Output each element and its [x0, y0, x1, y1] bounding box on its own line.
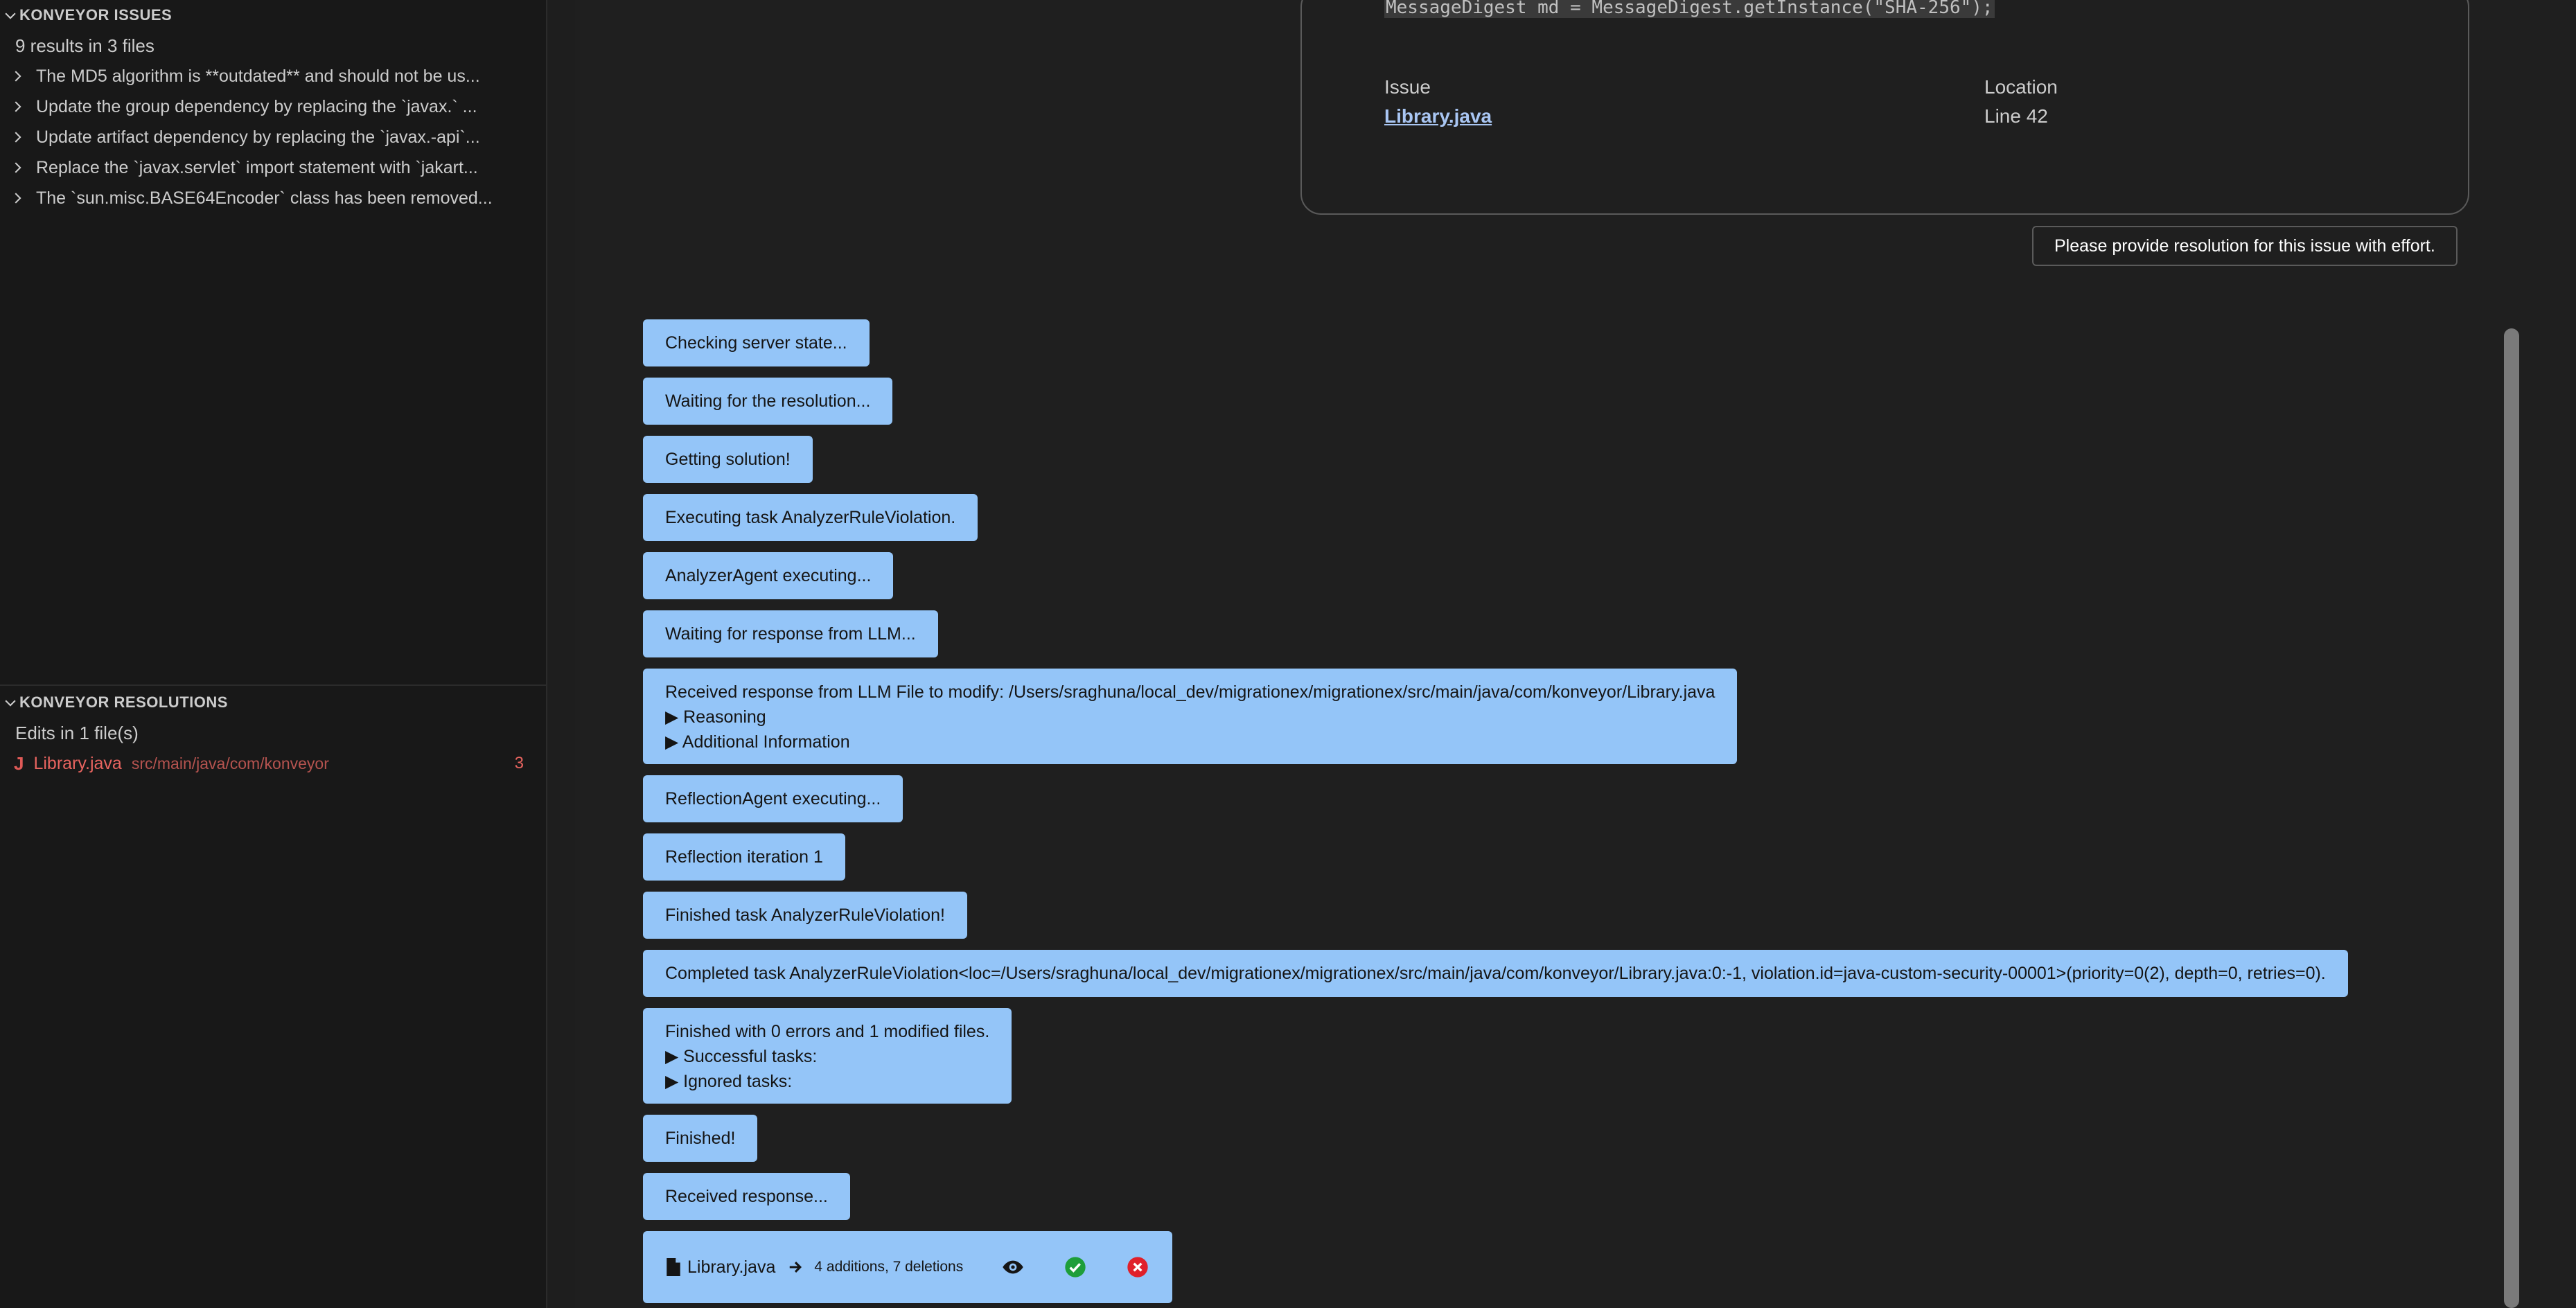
summary-message: Finished with 0 errors and 1 modified fi…: [643, 1008, 1012, 1104]
reasoning-toggle[interactable]: ▶ Reasoning: [665, 705, 1715, 730]
issue-item-label: Replace the `javax.servlet` import state…: [36, 157, 478, 177]
reasoning-label: Reasoning: [683, 707, 766, 727]
message-list: Checking server state... Waiting for the…: [643, 319, 2514, 1303]
issue-file-link[interactable]: Library.java: [1384, 105, 1492, 127]
resolutions-summary: Edits in 1 file(s): [15, 723, 139, 743]
issue-item[interactable]: Update the group dependency by replacing…: [0, 91, 546, 122]
sidebar: KONVEYOR ISSUES 9 results in 3 files The…: [0, 0, 547, 1308]
scrollbar-thumb[interactable]: [2504, 328, 2519, 1308]
status-message: ReflectionAgent executing...: [643, 775, 903, 822]
resolutions-section-header[interactable]: KONVEYOR RESOLUTIONS: [0, 687, 546, 718]
chevron-down-icon: [5, 700, 16, 707]
file-icon: [667, 1258, 680, 1276]
chevron-right-icon: [15, 193, 21, 204]
successful-tasks-toggle[interactable]: ▶ Successful tasks:: [665, 1044, 989, 1069]
status-message: Getting solution!: [643, 436, 813, 483]
chevron-down-icon: [5, 12, 16, 19]
ignored-tasks-toggle[interactable]: ▶ Ignored tasks:: [665, 1069, 989, 1094]
arrow-right-icon: [790, 1262, 802, 1273]
code-snippet: MessageDigest md = MessageDigest.getInst…: [1384, 0, 1995, 18]
issue-item-label: Update the group dependency by replacing…: [36, 96, 477, 116]
llm-response-message: Received response from LLM File to modif…: [643, 669, 1738, 764]
status-message: AnalyzerAgent executing...: [643, 552, 894, 599]
issue-item[interactable]: The MD5 algorithm is **outdated** and sh…: [0, 61, 546, 91]
accept-icon[interactable]: [1064, 1256, 1086, 1278]
status-message: Reflection iteration 1: [643, 833, 845, 881]
summary-text: Finished with 0 errors and 1 modified fi…: [665, 1022, 990, 1041]
ignored-tasks-label: Ignored tasks:: [683, 1072, 793, 1091]
resolution-panel: MessageDigest md = MessageDigest.getInst…: [575, 0, 2576, 1308]
additional-info-toggle[interactable]: ▶ Additional Information: [665, 730, 1715, 754]
resolution-file-item[interactable]: J Library.java src/main/java/com/konveyo…: [0, 748, 546, 779]
issue-item[interactable]: Update artifact dependency by replacing …: [0, 122, 546, 152]
status-message: Completed task AnalyzerRuleViolation<loc…: [643, 950, 2348, 997]
java-file-icon: J: [14, 752, 24, 774]
diff-summary: Library.java 4 additions, 7 deletions: [643, 1231, 1173, 1303]
status-message: Finished!: [643, 1115, 758, 1162]
status-message: Waiting for the resolution...: [643, 378, 893, 425]
issues-section-header[interactable]: KONVEYOR ISSUES: [0, 0, 546, 30]
reject-icon[interactable]: [1127, 1256, 1149, 1278]
status-message: Finished task AnalyzerRuleViolation!: [643, 892, 967, 939]
status-message: Checking server state...: [643, 319, 870, 366]
issues-summary: 9 results in 3 files: [15, 35, 155, 56]
resolutions-section-title: KONVEYOR RESOLUTIONS: [19, 693, 228, 711]
additional-info-label: Additional Information: [682, 732, 850, 752]
eye-icon[interactable]: [1002, 1256, 1024, 1278]
location-label: Location: [1984, 76, 2058, 98]
location-value: Line 42: [1984, 105, 2048, 127]
chevron-right-icon: [15, 101, 21, 112]
status-message: Received response...: [643, 1173, 850, 1220]
issue-item[interactable]: Replace the `javax.servlet` import state…: [0, 152, 546, 183]
chevron-right-icon: [15, 162, 21, 173]
resolutions-section: KONVEYOR RESOLUTIONS Edits in 1 file(s) …: [0, 684, 546, 779]
issue-item[interactable]: The `sun.misc.BASE64Encoder` class has b…: [0, 183, 546, 213]
issue-card: MessageDigest md = MessageDigest.getInst…: [1300, 0, 2469, 215]
resolution-file-count: 3: [514, 754, 524, 772]
issue-item-label: Update artifact dependency by replacing …: [36, 127, 480, 147]
resolve-effort-button[interactable]: Please provide resolution for this issue…: [2032, 226, 2458, 266]
resolution-file-name: Library.java: [33, 753, 122, 773]
issue-label: Issue: [1384, 76, 1431, 98]
llm-response-text: Received response from LLM File to modif…: [665, 682, 1715, 702]
diff-changes: 4 additions, 7 deletions: [814, 1259, 964, 1275]
status-message: Executing task AnalyzerRuleViolation.: [643, 494, 978, 541]
successful-tasks-label: Successful tasks:: [683, 1047, 818, 1066]
chevron-right-icon: [15, 71, 21, 82]
issue-item-label: The `sun.misc.BASE64Encoder` class has b…: [36, 188, 493, 208]
chevron-right-icon: [15, 132, 21, 143]
status-message: Waiting for response from LLM...: [643, 610, 938, 657]
issues-section-title: KONVEYOR ISSUES: [19, 6, 173, 24]
issue-item-label: The MD5 algorithm is **outdated** and sh…: [36, 66, 480, 86]
resolution-file-path: src/main/java/com/konveyor: [131, 754, 329, 772]
diff-file-name: Library.java: [687, 1257, 776, 1277]
